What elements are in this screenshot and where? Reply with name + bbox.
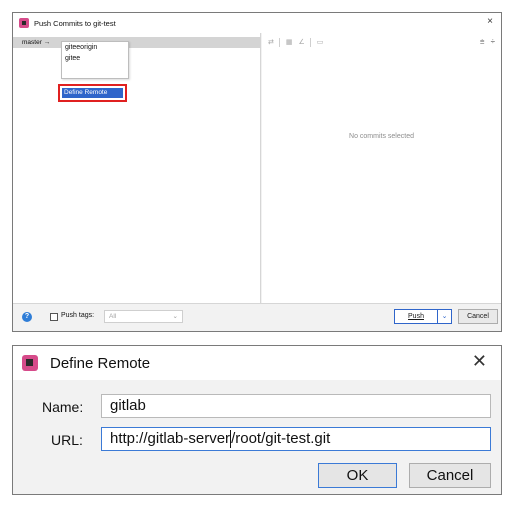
expand-collapse-icons: ⩧ ÷	[474, 37, 495, 47]
collapse-all-icon[interactable]: ÷	[491, 37, 495, 46]
remote-option-gitee[interactable]: gitee	[62, 53, 128, 64]
intellij-app-icon	[22, 355, 38, 371]
push-tags-label: Push tags:	[61, 312, 95, 319]
push-tags-select-value: All	[109, 313, 117, 320]
empty-state-text: No commits selected	[349, 133, 414, 140]
cancel-button[interactable]: Cancel	[458, 309, 498, 324]
push-button-label[interactable]: Push	[395, 310, 438, 323]
commit-details-pane: ⇄ ▦ ∠ ▭ ⩧ ÷ No commits selected	[262, 33, 501, 303]
group-icon[interactable]: ▦	[286, 38, 293, 46]
define-remote-option[interactable]: Define Remote	[62, 88, 123, 98]
push-window-titlebar: Push Commits to git-test ×	[13, 13, 501, 33]
close-icon[interactable]: ×	[487, 16, 493, 27]
cancel-button[interactable]: Cancel	[409, 463, 491, 488]
push-window-title: Push Commits to git-test	[34, 18, 116, 28]
name-input-value: gitlab	[110, 397, 146, 414]
push-commits-window: Push Commits to git-test × master → gite…	[12, 12, 502, 332]
name-input[interactable]: gitlab	[101, 394, 491, 418]
intellij-app-icon	[19, 18, 29, 28]
branch-row[interactable]: master →	[13, 37, 261, 48]
remote-option-giteeorigin[interactable]: giteeorigin	[62, 42, 128, 53]
branch-prefix: master →	[22, 39, 51, 46]
url-input-value-end: /root/git-test.git	[231, 430, 331, 447]
define-remote-titlebar: Define Remote ✕	[13, 346, 501, 380]
define-remote-title: Define Remote	[50, 354, 151, 372]
edit-icon[interactable]: ∠	[299, 38, 305, 46]
details-toolbar: ⇄ ▦ ∠ ▭ ⩧ ÷	[262, 33, 501, 51]
define-remote-highlight-box: Define Remote	[58, 84, 127, 102]
name-label: Name:	[42, 399, 84, 415]
toolbar-separator	[309, 37, 311, 47]
commit-icon[interactable]: ▭	[317, 38, 324, 46]
help-icon[interactable]: ?	[22, 312, 32, 322]
chevron-down-icon[interactable]: ⌄	[438, 310, 451, 323]
expand-all-icon[interactable]: ⩧	[480, 37, 485, 46]
url-input[interactable]: http://gitlab-server/root/git-test.git	[101, 427, 491, 451]
push-tags-checkbox[interactable]	[50, 313, 58, 321]
push-tags-select[interactable]: All ⌄	[104, 310, 183, 323]
push-bottom-bar: ? Push tags: All ⌄ Push ⌄ Cancel	[13, 303, 501, 331]
chevron-down-icon: ⌄	[172, 313, 178, 320]
close-icon[interactable]: ✕	[472, 351, 487, 372]
ok-button[interactable]: OK	[318, 463, 397, 488]
url-label: URL:	[51, 432, 83, 448]
remote-dropdown: giteeorigin gitee	[61, 41, 129, 79]
url-input-value-start: http://gitlab-server	[110, 430, 231, 447]
move-icon[interactable]: ⇄	[268, 38, 274, 46]
push-button[interactable]: Push ⌄	[394, 309, 452, 324]
push-branch-pane: master → giteeorigin gitee Define Remote	[13, 33, 261, 303]
toolbar-separator	[278, 37, 280, 47]
define-remote-dialog: Define Remote ✕ Name: gitlab URL: http:/…	[12, 345, 502, 495]
